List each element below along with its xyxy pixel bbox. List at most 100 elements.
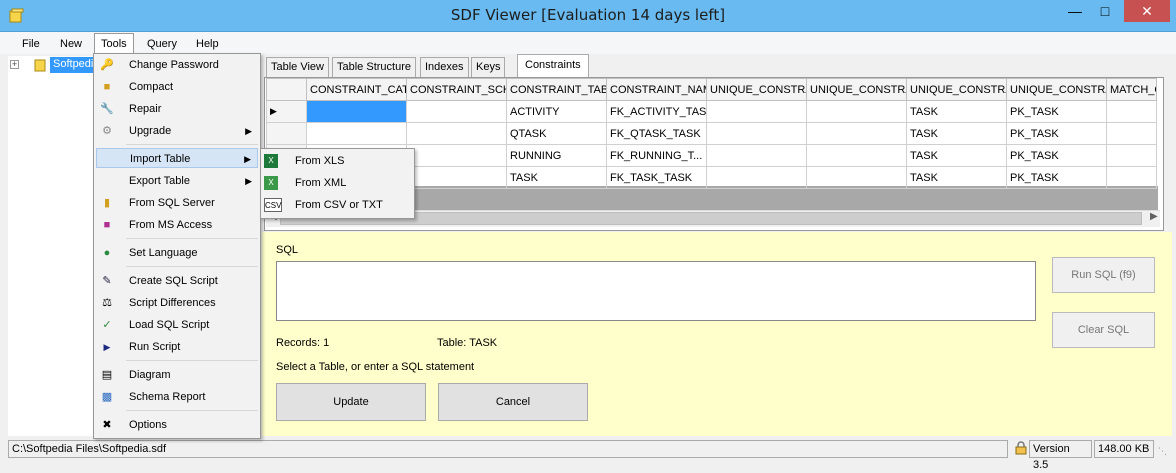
table-cell[interactable] [1106,166,1157,189]
menu-item-run-script[interactable]: ▶ Run Script [96,337,258,357]
row-header[interactable] [266,122,307,145]
clear-sql-button[interactable]: Clear SQL [1052,312,1155,348]
menu-item-script-differences[interactable]: ⚖ Script Differences [96,293,258,313]
tab-indexes[interactable]: Indexes [420,57,469,77]
csv-icon: CSV [264,198,282,212]
table-cell[interactable] [1106,100,1157,123]
table-row[interactable]: QTASK FK_QTASK_TASK TASK PK_TASK [266,122,1157,145]
table-cell[interactable]: PK_TASK [1006,122,1107,145]
menu-item-label: From MS Access [129,219,213,231]
table-cell[interactable] [806,144,907,167]
table-cell[interactable]: FK_TASK_TASK [606,166,707,189]
cancel-button[interactable]: Cancel [438,383,588,421]
table-cell[interactable] [706,144,807,167]
table-cell[interactable]: FK_QTASK_TASK [606,122,707,145]
menu-item-label: Set Language [129,247,198,259]
menu-item-import-table[interactable]: Import Table ▶ [96,148,258,168]
column-header[interactable]: MATCH_O [1106,78,1157,101]
submenu-item-from-xml[interactable]: X From XML [262,172,412,194]
menu-file[interactable]: File [16,36,46,54]
menu-item-label: Upgrade [129,125,172,137]
menu-item-repair[interactable]: 🔧 Repair [96,99,258,119]
tree-expander[interactable]: + [10,60,19,69]
column-header[interactable]: CONSTRAINT_CATA [306,78,407,101]
table-cell[interactable] [1106,122,1157,145]
menu-item-load-sql-script[interactable]: ✓ Load SQL Script [96,315,258,335]
table-cell[interactable] [1106,144,1157,167]
menu-item-create-sql-script[interactable]: ✎ Create SQL Script [96,271,258,291]
run-sql-button[interactable]: Run SQL (f9) [1052,257,1155,293]
column-header[interactable]: UNIQUE_CONSTRA [806,78,907,101]
table-cell[interactable]: TASK [506,166,607,189]
column-header[interactable]: CONSTRAINT_NAM [606,78,707,101]
menu-item-set-language[interactable]: ● Set Language [96,243,258,263]
scroll-right-icon[interactable]: ▶ [1150,211,1158,222]
menu-tools[interactable]: Tools [94,33,134,54]
table-cell[interactable]: PK_TASK [1006,166,1107,189]
table-cell[interactable] [806,166,907,189]
minimize-button[interactable]: — [1060,0,1090,22]
table-cell[interactable] [406,144,507,167]
status-message: Select a Table, or enter a SQL statement [276,361,475,373]
table-cell[interactable] [706,100,807,123]
table-cell[interactable]: TASK [906,144,1007,167]
table-cell[interactable]: TASK [906,100,1007,123]
globe-icon: ● [103,247,111,259]
tree-root-node[interactable]: Softpedia [50,57,94,73]
tab-table-structure[interactable]: Table Structure [332,57,416,77]
table-cell[interactable]: QTASK [506,122,607,145]
table-cell[interactable] [706,166,807,189]
table-cell[interactable]: RUNNING [506,144,607,167]
current-row-indicator[interactable]: ▶ [266,100,307,123]
table-row[interactable]: ▶ ACTIVITY FK_ACTIVITY_TASK TASK PK_TASK [266,100,1157,123]
table-cell[interactable]: TASK [906,122,1007,145]
table-cell[interactable] [406,100,507,123]
menu-item-options[interactable]: ✖ Options [96,415,258,435]
table-cell[interactable]: TASK [906,166,1007,189]
submenu-item-from-xls[interactable]: X From XLS [262,150,412,172]
menu-item-schema-report[interactable]: ▩ Schema Report [96,387,258,407]
column-header[interactable]: UNIQUE_CONSTRA [706,78,807,101]
menu-item-label: Diagram [129,369,171,381]
table-cell[interactable]: FK_ACTIVITY_TASK [606,100,707,123]
menu-item-change-password[interactable]: 🔑 Change Password [96,55,258,75]
table-cell[interactable]: ACTIVITY [506,100,607,123]
menu-item-diagram[interactable]: ▤ Diagram [96,365,258,385]
resize-grip-icon[interactable]: ⋱ [1158,446,1167,457]
menu-item-upgrade[interactable]: ⚙ Upgrade ▶ [96,121,258,141]
menu-help[interactable]: Help [190,36,225,54]
column-header[interactable]: CONSTRAINT_TABL [506,78,607,101]
column-header[interactable]: UNIQUE_CONSTRA [1006,78,1107,101]
table-cell[interactable]: FK_RUNNING_T... [606,144,707,167]
table-cell[interactable] [806,100,907,123]
tab-table-view[interactable]: Table View [266,57,329,77]
tab-constraints[interactable]: Constraints [517,54,589,77]
table-cell[interactable] [306,100,407,123]
column-header[interactable]: UNIQUE_CONSTRA [906,78,1007,101]
table-cell[interactable] [806,122,907,145]
table-cell[interactable] [406,166,507,189]
menu-item-label: Import Table [130,153,191,165]
menu-item-from-ms-access[interactable]: ■ From MS Access [96,215,258,235]
submenu-item-from-csv-or-txt[interactable]: CSV From CSV or TXT [262,194,412,216]
table-cell[interactable]: PK_TASK [1006,100,1107,123]
table-cell[interactable] [406,122,507,145]
play-icon: ▶ [103,342,111,352]
maximize-button[interactable]: □ [1090,0,1120,22]
table-cell[interactable]: PK_TASK [1006,144,1107,167]
lock-icon [1014,441,1028,455]
menu-item-export-table[interactable]: Export Table ▶ [96,171,258,191]
menu-item-compact[interactable]: ■ Compact [96,77,258,97]
upgrade-icon: ⚙ [102,125,112,137]
menu-new[interactable]: New [54,36,88,54]
tab-keys[interactable]: Keys [471,57,506,77]
table-cell[interactable] [706,122,807,145]
sql-input[interactable] [276,261,1036,321]
column-header[interactable]: CONSTRAINT_SCH [406,78,507,101]
menu-item-from-sql-server[interactable]: ▮ From SQL Server [96,193,258,213]
close-button[interactable]: ✕ [1124,0,1170,22]
table-cell[interactable] [306,122,407,145]
check-icon: ✓ [102,319,112,331]
menu-query[interactable]: Query [141,36,183,54]
update-button[interactable]: Update [276,383,426,421]
